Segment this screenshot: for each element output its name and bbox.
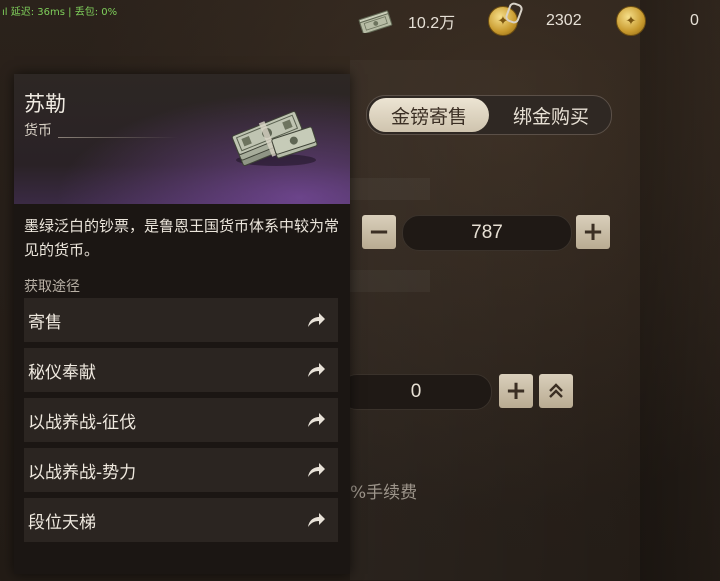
trade-mode-tabs: 金镑寄售 绑金购买 xyxy=(366,95,612,135)
faint-row xyxy=(350,270,430,292)
banknote-stack-icon xyxy=(220,100,320,170)
route-label: 以战养战-势力 xyxy=(28,462,137,483)
price-plus-button[interactable]: + xyxy=(499,374,533,408)
faint-row xyxy=(350,178,430,200)
quantity-minus-button[interactable]: − xyxy=(362,215,396,249)
cash-stack-icon xyxy=(356,9,394,35)
packet-loss-text: 丢包: 0% xyxy=(74,7,118,18)
item-description: 墨绿泛白的钞票，是鲁恩王国货币体系中较为常见的货币。 xyxy=(24,217,340,259)
route-consign[interactable]: 寄售 xyxy=(24,298,338,342)
source-title: 获取途径 xyxy=(24,279,80,295)
signal-icon: ıl xyxy=(2,7,8,18)
route-label: 段位天梯 xyxy=(28,512,96,533)
tab-bound-gold-buy[interactable]: 绑金购买 xyxy=(491,96,611,134)
route-label: 寄售 xyxy=(28,312,62,333)
currency-cash[interactable]: 10.2万 xyxy=(356,6,455,36)
share-arrow-icon xyxy=(308,413,325,427)
bound-gold-coin-icon: ✦ xyxy=(488,1,524,36)
route-label: 秘仪奉献 xyxy=(28,362,96,383)
price-max-button[interactable] xyxy=(539,374,573,408)
share-arrow-icon xyxy=(308,313,325,327)
route-ritual-offering[interactable]: 秘仪奉献 xyxy=(24,348,338,392)
share-arrow-icon xyxy=(308,463,325,477)
double-chevron-up-icon xyxy=(549,383,563,398)
divider xyxy=(58,137,178,138)
gold-amount: 0 xyxy=(690,12,699,29)
cash-amount: 10.2万 xyxy=(408,15,456,32)
route-label: 以战养战-征伐 xyxy=(28,412,137,433)
quantity-input[interactable]: 787 xyxy=(402,215,572,251)
quantity-plus-button[interactable]: + xyxy=(576,215,610,249)
network-status: ıl 延迟: 36ms | 丢包: 0% xyxy=(2,3,117,18)
item-type: 货币 xyxy=(24,123,52,139)
route-rank-ladder[interactable]: 段位天梯 xyxy=(24,498,338,542)
bound-gold-amount: 2302 xyxy=(546,12,582,29)
status-separator: | xyxy=(68,7,72,18)
share-arrow-icon xyxy=(308,363,325,377)
gold-coin-icon: ✦ xyxy=(616,6,646,36)
item-header: 苏勒 货币 xyxy=(14,74,350,204)
route-war-faction[interactable]: 以战养战-势力 xyxy=(24,448,338,492)
fee-text: %手续费 xyxy=(350,483,418,503)
tab-gold-pound-consign[interactable]: 金镑寄售 xyxy=(369,98,489,132)
route-war-conquest[interactable]: 以战养战-征伐 xyxy=(24,398,338,442)
latency-text: 延迟: 36ms xyxy=(10,7,65,18)
background-right-shade xyxy=(640,0,720,581)
share-arrow-icon xyxy=(308,513,325,527)
currency-gold[interactable]: ✦ 0 xyxy=(616,6,699,36)
item-name: 苏勒 xyxy=(24,92,66,116)
currency-bound-gold[interactable]: ✦ 2302 xyxy=(488,1,582,36)
item-detail-panel: 苏勒 货币 墨绿泛白的钞票，是鲁恩王国货币体系中较为常见的货币。 获取途径 寄售… xyxy=(14,74,350,574)
price-input[interactable]: 0 xyxy=(340,374,492,410)
